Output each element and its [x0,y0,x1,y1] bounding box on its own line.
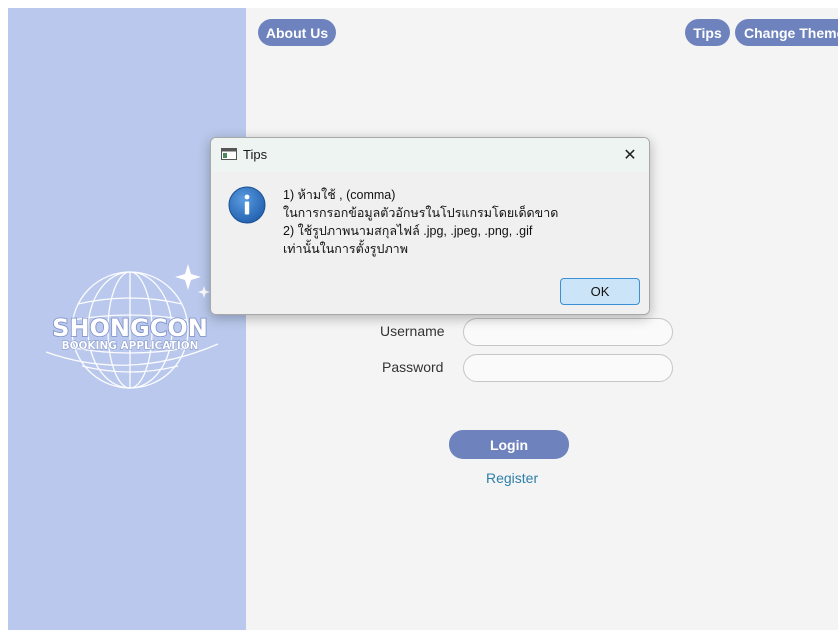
sidebar-panel: SHONGCON BOOKING APPLICATION [8,8,246,630]
ok-button[interactable]: OK [560,278,640,305]
password-input[interactable] [463,354,673,382]
dialog-message: 1) ห้ามใช้ , (comma) ในการกรอกข้อมูลตัวอ… [283,186,558,258]
username-label: Username [380,323,445,339]
username-input[interactable] [463,318,673,346]
message-line: 2) ใช้รูปภาพนามสกุลไฟล์ .jpg, .jpeg, .pn… [283,224,533,238]
message-line: 1) ห้ามใช้ , (comma) [283,188,396,202]
app-window: SHONGCON BOOKING APPLICATION About Us Ti… [8,8,838,630]
tips-dialog: Tips ✕ 1) ห้ามใช้ , (comma) ในการกรอกข้อ… [210,137,650,315]
login-button[interactable]: Login [449,430,569,459]
message-line: เท่านั้นในการตั้งรูปภาพ [283,242,408,256]
register-link[interactable]: Register [486,470,538,486]
logo-subtitle: BOOKING APPLICATION [62,340,199,352]
about-us-button[interactable]: About Us [258,19,336,46]
dialog-body: 1) ห้ามใช้ , (comma) ในการกรอกข้อมูลตัวอ… [211,172,649,314]
message-line: ในการกรอกข้อมูลตัวอักษรในโปรแกรมโดยเด็ดข… [283,206,559,220]
password-label: Password [382,359,444,375]
logo-title: SHONGCON [52,314,208,342]
dialog-titlebar[interactable]: Tips ✕ [211,138,649,172]
window-icon [221,148,237,160]
shongcon-logo: SHONGCON BOOKING APPLICATION [45,264,219,389]
close-icon[interactable]: ✕ [619,143,641,165]
dialog-title: Tips [243,147,268,162]
change-theme-button[interactable]: Change Theme [735,19,838,46]
tips-button[interactable]: Tips [685,19,730,46]
info-icon [228,186,266,224]
